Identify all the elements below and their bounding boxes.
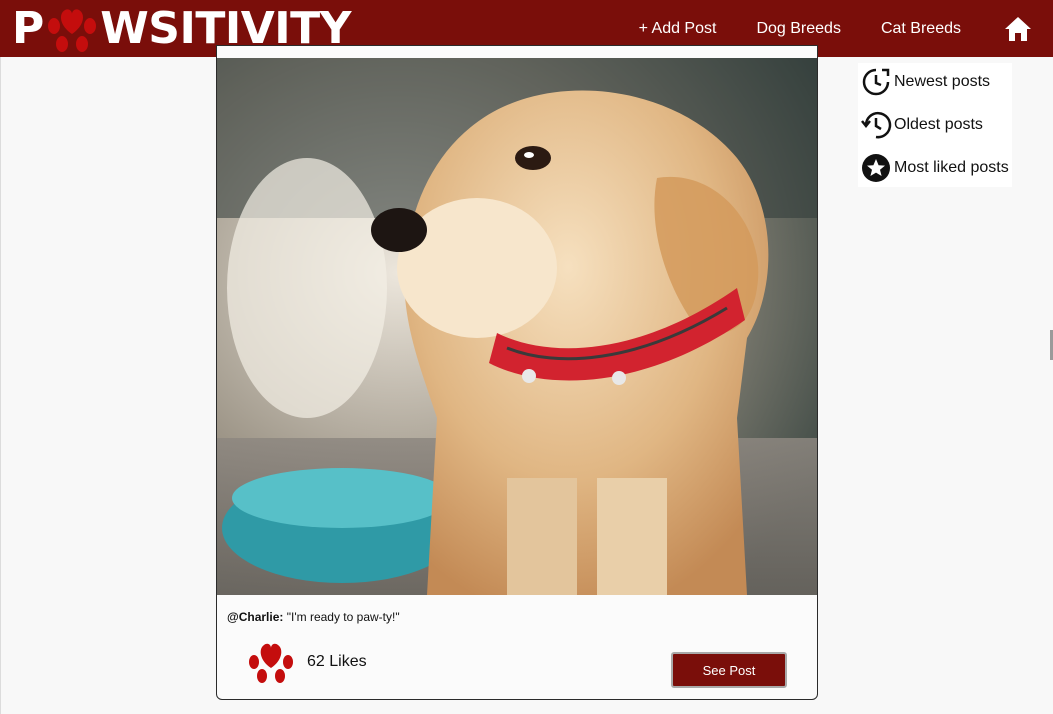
post-caption: @Charlie: "I'm ready to paw-ty!" [227,610,400,624]
post-username[interactable]: @Charlie: [227,610,283,624]
sort-newest-label: Newest posts [894,73,991,90]
sort-newest-button[interactable]: Newest posts [860,65,990,99]
post-card: @Charlie: "I'm ready to paw-ty!" 62 Like… [216,45,818,700]
sort-oldest-label: Oldest posts [894,116,983,133]
logo-text: WSITIVITY [100,2,352,54]
paw-like-icon[interactable] [247,640,295,684]
puppy-photo [217,58,817,595]
history-icon [861,111,892,139]
paw-heart-icon [48,8,97,52]
likes-area: 62 Likes [247,640,367,684]
post-caption-text: "I'm ready to paw-ty!" [286,610,400,624]
see-post-button[interactable]: See Post [671,652,787,688]
sort-oldest-button[interactable]: Oldest posts [860,108,983,142]
cat-breeds-link[interactable]: Cat Breeds [881,20,961,38]
post-image[interactable] [217,58,817,595]
sort-most-liked-button[interactable]: Most liked posts [860,151,1009,185]
sort-most-liked-label: Most liked posts [894,159,1009,176]
add-post-link[interactable]: + Add Post [639,20,717,38]
clock-refresh-icon [862,68,890,96]
sort-panel: Newest posts Oldest posts Most liked pos… [858,63,1012,187]
dog-breeds-link[interactable]: Dog Breeds [756,20,841,38]
logo-letter-p: P [12,2,45,54]
likes-count: 62 Likes [307,653,367,670]
home-icon[interactable] [1003,14,1033,44]
star-circle-icon [862,154,890,182]
page-divider [0,57,1,714]
